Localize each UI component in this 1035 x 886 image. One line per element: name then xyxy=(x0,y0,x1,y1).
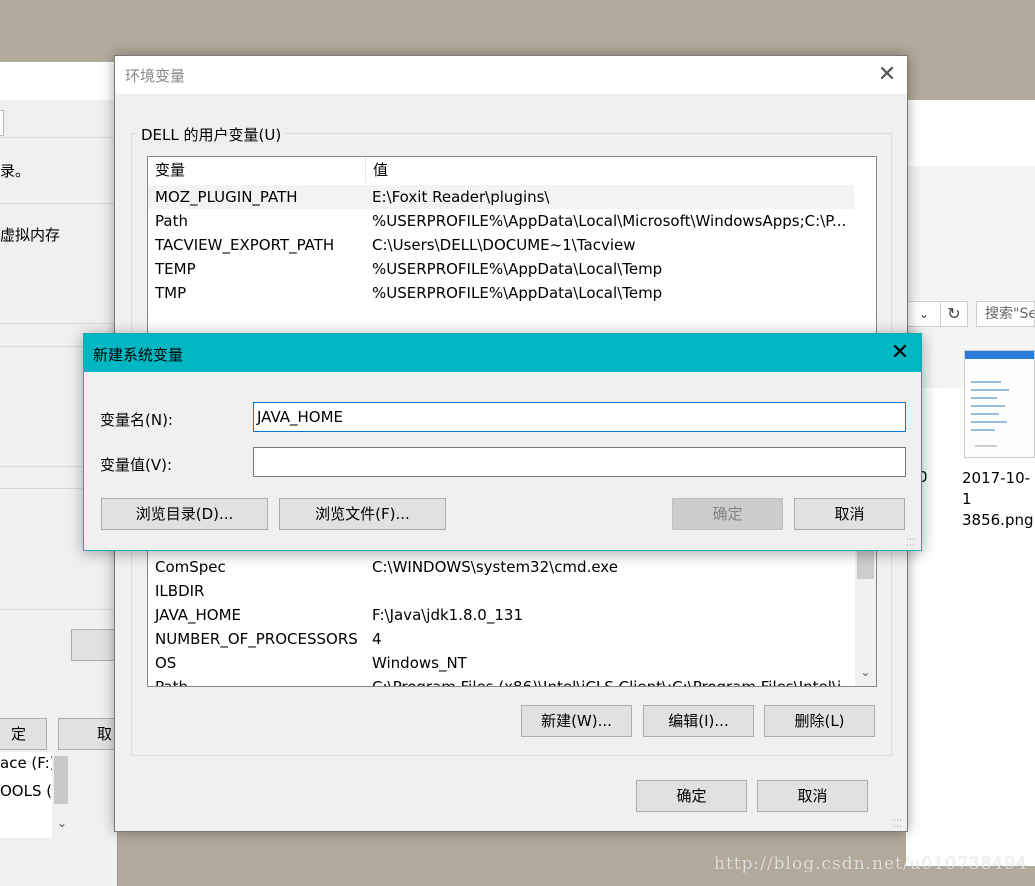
var-value: %USERPROFILE%\AppData\Local\Temp xyxy=(372,260,663,278)
var-name: TEMP xyxy=(155,260,196,278)
user-variables-label: DELL 的用户变量(U) xyxy=(137,124,286,145)
new-var-ok-button[interactable]: 确定 xyxy=(672,498,783,530)
browse-directory-button[interactable]: 浏览目录(D)... xyxy=(101,498,268,530)
var-name: ComSpec xyxy=(155,558,226,576)
variable-name-input[interactable]: JAVA_HOME xyxy=(253,402,906,432)
table-row[interactable]: Path C:\Program Files (x86)\Intel\iCLS C… xyxy=(148,675,854,686)
var-name: TACVIEW_EXPORT_PATH xyxy=(155,236,335,254)
table-row[interactable]: OS Windows_NT xyxy=(148,651,854,675)
bg-ok-button[interactable]: 定 xyxy=(0,718,47,750)
search-input[interactable]: 搜索"Se xyxy=(976,301,1035,327)
var-value: %USERPROFILE%\AppData\Local\Microsoft\Wi… xyxy=(372,212,847,230)
var-value: Windows_NT xyxy=(372,654,467,672)
virtual-memory-text: 虚拟内存 xyxy=(0,226,61,244)
file-label[interactable]: 2017-10-1 3856.png xyxy=(962,468,1035,531)
edit-variable-button[interactable]: 编辑(I)... xyxy=(643,705,754,737)
browse-file-button[interactable]: 浏览文件(F)... xyxy=(279,498,446,530)
table-row[interactable]: TEMP %USERPROFILE%\AppData\Local\Temp xyxy=(148,257,876,281)
divider xyxy=(0,609,118,610)
var-value: F:\Java\jdk1.8.0_131 xyxy=(372,606,523,624)
settings-button[interactable] xyxy=(71,629,116,661)
var-value: 4 xyxy=(372,630,382,648)
chevron-down-icon[interactable]: ⌄ xyxy=(906,301,942,327)
bg-cancel-button[interactable]: 取 xyxy=(58,718,116,750)
var-name: ILBDIR xyxy=(155,582,205,600)
var-name: JAVA_HOME xyxy=(155,606,242,624)
variable-name-label: 变量名(N): xyxy=(100,411,173,429)
refresh-icon[interactable]: ↻ xyxy=(940,301,968,327)
scroll-down-arrow-icon[interactable]: ⌄ xyxy=(855,665,876,679)
divider xyxy=(0,137,118,138)
system-properties-titlebar xyxy=(0,62,117,100)
var-value: C:\Program Files (x86)\Intel\iCLS Client… xyxy=(372,675,854,686)
watermark: http://blog.csdn.net/u010738494 xyxy=(714,854,1028,874)
env-cancel-button[interactable]: 取消 xyxy=(757,780,868,812)
var-value: E:\Foxit Reader\plugins\ xyxy=(372,188,550,206)
record-text: 录。 xyxy=(0,162,31,180)
var-name: TMP xyxy=(155,284,187,302)
column-header-value[interactable]: 值 xyxy=(366,157,876,183)
var-value: C:\WINDOWS\system32\cmd.exe xyxy=(372,558,618,576)
table-row[interactable]: MOZ_PLUGIN_PATH E:\Foxit Reader\plugins\ xyxy=(148,185,854,209)
divider xyxy=(0,323,118,324)
table-row[interactable]: NUMBER_OF_PROCESSORS 4 xyxy=(148,627,854,651)
close-icon[interactable]: ✕ xyxy=(885,338,915,368)
table-row[interactable]: ILBDIR xyxy=(148,579,854,603)
table-row[interactable]: Path %USERPROFILE%\AppData\Local\Microso… xyxy=(148,209,876,233)
column-header-variable[interactable]: 变量 xyxy=(148,157,366,183)
var-name: Path xyxy=(155,675,188,686)
var-name: OS xyxy=(155,654,177,672)
system-properties-tab[interactable] xyxy=(0,110,4,136)
new-var-titlebar: 新建系统变量 ✕ xyxy=(84,334,921,372)
new-variable-button[interactable]: 新建(W)... xyxy=(521,705,632,737)
table-row[interactable]: TMP %USERPROFILE%\AppData\Local\Temp xyxy=(148,281,876,305)
thumbnail-titlebar xyxy=(965,351,1034,359)
resize-grip-icon[interactable]: ⋯ ⋯ xyxy=(906,536,918,551)
table-row[interactable]: ComSpec C:\WINDOWS\system32\cmd.exe xyxy=(148,555,854,579)
chevron-down-icon[interactable]: ⌄ xyxy=(57,816,67,830)
close-icon[interactable]: ✕ xyxy=(872,60,902,90)
var-value: C:\Users\DELL\DOCUME~1\Tacview xyxy=(372,236,636,254)
var-name: MOZ_PLUGIN_PATH xyxy=(155,188,298,206)
env-dialog-title: 环境变量 xyxy=(125,67,186,85)
variable-value-label: 变量值(V): xyxy=(100,456,173,474)
file-thumbnail[interactable] xyxy=(964,350,1035,458)
drive-list[interactable]: ace (F:) OOLS ( ⌄ xyxy=(0,752,70,838)
table-row[interactable]: TACVIEW_EXPORT_PATH C:\Users\DELL\DOCUME… xyxy=(148,233,876,257)
var-name: NUMBER_OF_PROCESSORS xyxy=(155,630,358,648)
drive-item[interactable]: ace (F:) xyxy=(0,754,56,772)
new-var-title: 新建系统变量 xyxy=(93,346,184,364)
drive-list-scroll-thumb[interactable] xyxy=(54,756,68,804)
delete-variable-button[interactable]: 删除(L) xyxy=(764,705,875,737)
var-name: Path xyxy=(155,212,188,230)
variable-value-input[interactable] xyxy=(253,447,906,477)
env-dialog-titlebar: 环境变量 ✕ xyxy=(115,56,907,94)
table-row[interactable]: JAVA_HOME F:\Java\jdk1.8.0_131 xyxy=(148,603,854,627)
env-ok-button[interactable]: 确定 xyxy=(636,780,747,812)
drive-item[interactable]: OOLS ( xyxy=(0,782,52,800)
new-var-cancel-button[interactable]: 取消 xyxy=(794,498,905,530)
user-variables-list[interactable]: 变量 值 MOZ_PLUGIN_PATH E:\Foxit Reader\plu… xyxy=(147,156,877,346)
list-header: 变量 值 xyxy=(148,157,876,183)
new-system-variable-dialog: 新建系统变量 ✕ 变量名(N): JAVA_HOME 变量值(V): 浏览目录(… xyxy=(83,333,922,551)
resize-grip-icon[interactable]: ⋯ ⋯ xyxy=(893,817,905,832)
var-value: %USERPROFILE%\AppData\Local\Temp xyxy=(372,284,663,302)
divider xyxy=(0,203,118,204)
